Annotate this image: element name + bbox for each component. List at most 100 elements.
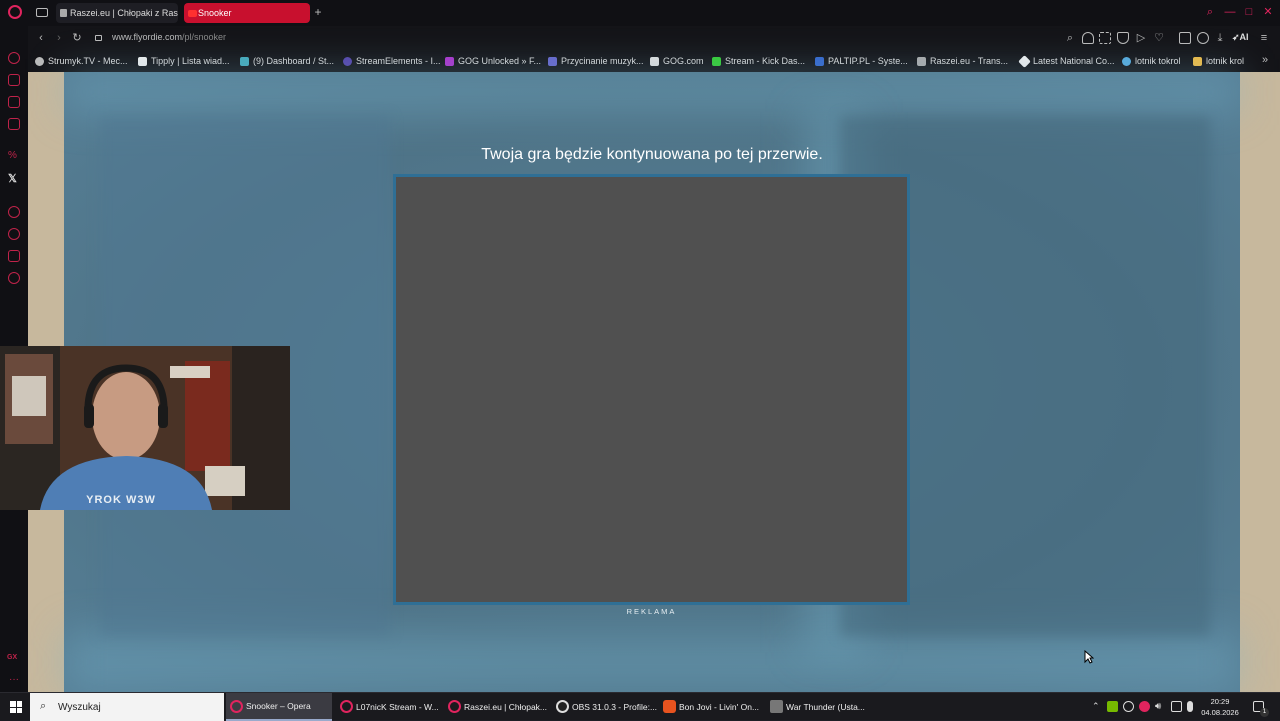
send-icon: ➶ [1232,32,1240,42]
brave-icon [663,700,676,713]
bookmark-item[interactable]: Strumyk.TV - Mec... [35,54,128,68]
bookmark-favicon-icon [138,56,147,66]
aria-ai-button[interactable]: ➶AI [1232,32,1249,43]
bookmark-item[interactable]: Tipply | Lista wiad... [138,54,230,68]
bookmark-item[interactable]: Raszei.eu - Trans... [917,54,1008,68]
sidebar-more-icon[interactable]: ··· [9,674,19,685]
download-icon[interactable]: ⤓ [1213,31,1227,45]
x-twitter-icon[interactable]: 𝕏 [8,172,17,185]
mouse-cursor-icon [1084,650,1094,664]
history-icon[interactable] [8,228,20,240]
opera-icon [340,700,353,713]
windows-start-icon[interactable] [10,701,22,713]
bookmark-item[interactable]: lotnik tokrol [1122,54,1181,68]
bookmark-item[interactable]: (9) Dashboard / St... [240,54,334,68]
settings-icon[interactable] [8,272,20,284]
menu-icon[interactable]: ≡ [1257,31,1271,45]
new-tab-button[interactable]: + [312,5,324,19]
zoom-icon[interactable]: ⌕ [1063,31,1077,45]
bookmark-favicon-icon [1122,56,1131,66]
taskbar-app-raszei[interactable]: Raszei.eu | Chłopak... [444,693,550,721]
bookmark-favicon-icon [343,56,352,66]
microphone-icon[interactable] [1187,701,1193,712]
speed-dial-icon[interactable] [8,52,20,64]
taskbar-app-obs[interactable]: OBS 31.0.3 - Profile:... [552,693,658,721]
tray-app-icon[interactable] [1123,701,1134,712]
heart-icon[interactable]: ♡ [1152,31,1166,45]
snapshot-icon[interactable] [1099,32,1111,44]
bookmark-item[interactable]: lotnik krol [1193,54,1244,68]
url-field[interactable]: www.flyordie.com/pl/snooker [112,32,226,42]
tab-strip: Raszei.eu | Chłopaki z Ras: Snooker + ⌕ … [0,0,1280,26]
player-icon[interactable] [8,206,20,218]
tab-snooker[interactable]: Snooker [184,3,310,23]
taskbar-app-brave[interactable]: Bon Jovi - Livin' On... [659,693,765,721]
system-clock[interactable]: 20:29 04.08.2026 [1198,696,1242,718]
tab-raszei[interactable]: Raszei.eu | Chłopaki z Ras: [56,3,178,23]
gx-icon[interactable]: GX [7,654,17,661]
ad-frame[interactable] [393,174,910,605]
reload-icon[interactable]: ↻ [70,31,84,45]
taskbar-app-snooker-opera[interactable]: Snooker – Opera [226,693,332,721]
tab-switcher-icon[interactable] [36,8,48,17]
notification-count-badge: 1 [1260,708,1269,717]
tab-label: Raszei.eu | Chłopaki z Ras: [70,8,178,18]
minimize-icon[interactable]: — [1224,6,1236,18]
taskbar-app-stream[interactable]: L07nicK Stream - W... [336,693,442,721]
opera-logo-icon[interactable] [8,5,22,19]
taskbar-search[interactable]: ⌕ Wyszukaj [30,693,224,721]
windows-taskbar: ⌕ Wyszukaj Snooker – Opera L07nicK Strea… [0,692,1280,721]
search-tabs-icon[interactable]: ⌕ [1204,6,1216,18]
maximize-icon[interactable]: □ [1243,6,1255,18]
bookmark-favicon-icon [35,56,44,66]
bookmark-item[interactable]: StreamElements - I... [343,54,441,68]
pin-icon[interactable] [1082,32,1094,44]
webcam-overlay: YROK W3W [0,346,290,510]
volume-icon[interactable]: 🔊︎ [1155,701,1166,712]
profile-icon[interactable] [1197,32,1209,44]
messenger-icon[interactable] [8,96,20,108]
instagram-icon[interactable] [8,118,20,130]
close-icon[interactable]: ✕ [1262,6,1274,18]
play-icon[interactable]: ▷ [1134,31,1148,45]
pinboard-icon[interactable] [8,250,20,262]
break-message: Twoja gra będzie kontynuowana po tej prz… [481,146,823,163]
opera-icon [448,700,461,713]
shield-icon[interactable] [1117,32,1129,44]
url-domain: www.flyordie.com [112,32,183,42]
tray-opera-icon[interactable] [1139,701,1150,712]
url-path: /pl/snooker [182,32,227,42]
search-placeholder: Wyszukaj [58,701,101,713]
clock-time: 20:29 [1210,697,1230,706]
ai-label: AI [1239,32,1249,42]
workspace-icon[interactable] [8,74,20,86]
tab-label: Snooker [198,8,232,18]
bookmark-favicon-icon [240,56,249,66]
lock-icon [95,35,102,41]
extensions-icon[interactable] [1179,32,1191,44]
bookmark-item[interactable]: Latest National Co... [1018,54,1115,68]
percent-icon[interactable]: % [8,150,17,161]
nvidia-icon[interactable] [1107,701,1118,712]
tray-arrow-icon[interactable]: ⌃ [1092,701,1103,712]
back-icon[interactable]: ‹ [34,31,48,45]
search-icon: ⌕ [40,700,47,712]
bookmark-favicon-icon [815,56,824,66]
bookmark-favicon-icon [1193,56,1202,66]
bookmark-item[interactable]: Stream - Kick Das... [712,54,805,68]
bookmark-item[interactable]: GOG.com [650,54,704,68]
shirt-text: YROK W3W [86,494,156,506]
ad-label: REKLAMA [626,607,677,616]
more-bookmarks-icon[interactable]: » [1262,54,1268,66]
bookmark-favicon-icon [650,56,659,66]
bookmark-item[interactable]: GOG Unlocked » F... [445,54,541,68]
bookmark-item[interactable]: Przycinanie muzyk... [548,54,644,68]
taskbar-app-war-thunder[interactable]: War Thunder (Usta... [766,693,872,721]
network-icon[interactable] [1171,701,1182,712]
war-thunder-icon [770,700,783,713]
bookmark-favicon-icon [917,56,926,66]
forward-icon[interactable]: › [52,31,66,45]
bookmark-favicon-icon [712,56,721,66]
raszei-favicon-icon [60,9,67,17]
bookmark-item[interactable]: PALTIP.PL - Syste... [815,54,908,68]
